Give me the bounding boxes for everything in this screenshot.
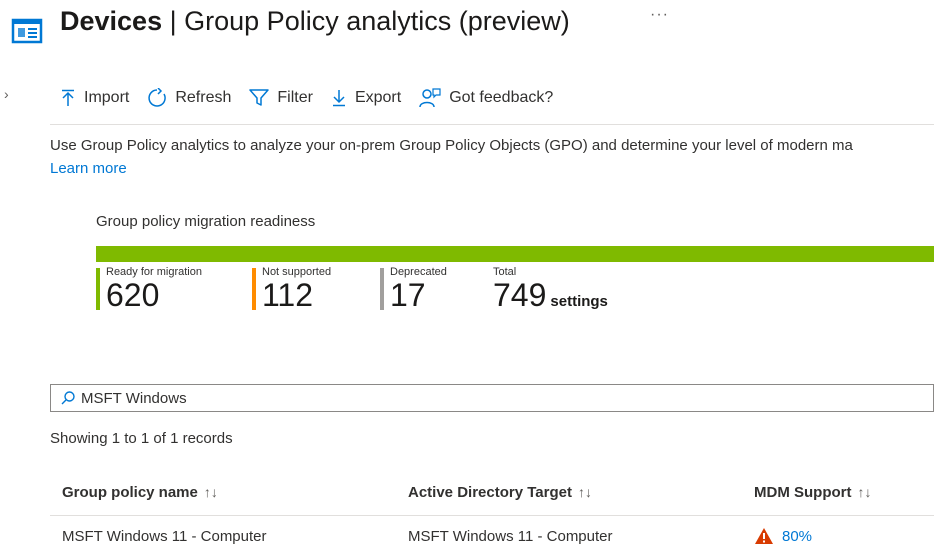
refresh-button[interactable]: Refresh: [147, 88, 231, 108]
records-count: Showing 1 to 1 of 1 records: [50, 430, 233, 447]
cell-group-policy-name[interactable]: MSFT Windows 11 - Computer: [62, 528, 267, 545]
refresh-icon: [148, 88, 167, 107]
page-icon: [10, 12, 44, 46]
feedback-label: Got feedback?: [449, 89, 554, 106]
metric-total: Total 749 settings: [483, 266, 608, 319]
metric-deprecated: Deprecated 17: [380, 266, 447, 312]
page-title-rest: Group Policy analytics (preview): [184, 6, 570, 36]
sort-icon: ↑↓: [577, 484, 592, 500]
sort-icon: ↑↓: [203, 484, 218, 500]
feedback-button[interactable]: Got feedback?: [419, 88, 553, 108]
feedback-icon: [419, 88, 441, 108]
import-icon: [62, 89, 74, 106]
metric-total-unit: settings: [550, 293, 608, 310]
search-icon: [61, 391, 75, 405]
column-header-group-policy-name[interactable]: Group policy name ↑↓: [62, 484, 218, 501]
refresh-label: Refresh: [175, 89, 232, 106]
cell-active-directory-target: MSFT Windows 11 - Computer: [408, 528, 613, 545]
column-label: Group policy name: [62, 484, 198, 501]
metric-total-value-row: 749 settings: [493, 278, 608, 319]
export-icon: [332, 90, 345, 107]
title-separator: |: [169, 6, 177, 36]
import-button[interactable]: Import: [60, 89, 129, 107]
more-options-button[interactable]: ···: [650, 6, 669, 24]
page-description: Use Group Policy analytics to analyze yo…: [50, 137, 853, 154]
page-title: Devices | Group Policy analytics (previe…: [60, 1, 570, 41]
metric-deprecated-indicator: [380, 268, 384, 310]
metric-total-value: 749: [493, 277, 547, 313]
warning-icon: [755, 528, 773, 544]
column-header-active-directory-target[interactable]: Active Directory Target ↑↓: [408, 484, 592, 501]
export-button[interactable]: Export: [331, 89, 401, 107]
column-label: MDM Support: [754, 484, 852, 501]
metric-not-supported: Not supported 112: [252, 266, 331, 312]
sort-icon: ↑↓: [857, 484, 872, 500]
filter-button[interactable]: Filter: [249, 89, 313, 107]
metric-not-supported-indicator: [252, 268, 256, 310]
column-label: Active Directory Target: [408, 484, 572, 501]
mdm-support-link[interactable]: 80%: [782, 528, 812, 545]
table-header-divider: [50, 515, 934, 516]
filter-label: Filter: [277, 89, 313, 106]
search-box[interactable]: [50, 384, 934, 412]
page-title-bold: Devices: [60, 6, 163, 36]
search-input[interactable]: [81, 389, 881, 407]
filter-icon: [249, 89, 270, 106]
column-header-mdm-support[interactable]: MDM Support ↑↓: [754, 484, 871, 501]
metric-ready-indicator: [96, 268, 100, 310]
readiness-progress-fill: [96, 246, 934, 262]
export-label: Export: [354, 89, 402, 106]
import-label: Import: [84, 89, 130, 106]
metric-ready-value: 620: [106, 277, 160, 313]
toolbar: Import Refresh Filter Export Got feedbac…: [60, 84, 571, 112]
metric-ready: Ready for migration 620: [96, 266, 202, 312]
toolbar-divider: [50, 124, 934, 125]
chevron-right-icon[interactable]: ›: [4, 86, 9, 102]
learn-more-link[interactable]: Learn more: [50, 160, 127, 177]
cell-mdm-support: 80%: [754, 527, 812, 545]
metric-deprecated-value: 17: [390, 277, 426, 313]
readiness-progress-bar: [96, 246, 934, 262]
metric-not-supported-value: 112: [262, 277, 314, 313]
readiness-title: Group policy migration readiness: [96, 213, 316, 230]
